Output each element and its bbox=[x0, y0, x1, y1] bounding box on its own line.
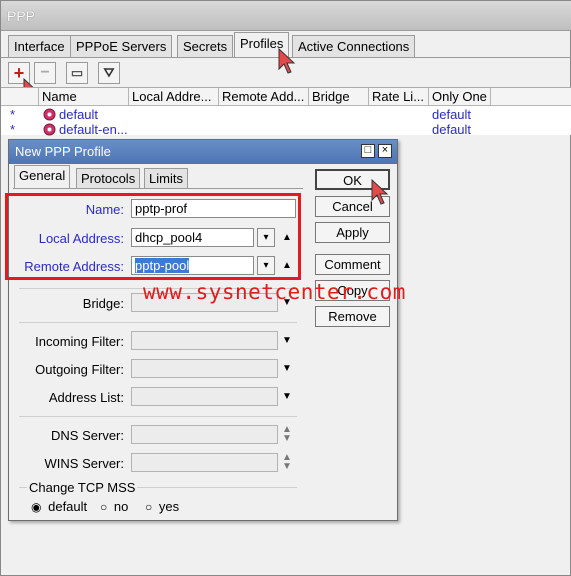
row-only-one: default bbox=[432, 107, 472, 122]
outgoing-filter-label: Outgoing Filter: bbox=[35, 362, 124, 377]
radio-default[interactable]: ◉ default bbox=[31, 499, 87, 514]
incoming-filter-field[interactable] bbox=[131, 331, 278, 350]
chevron-up-down-icon: ▲ ▼ bbox=[282, 424, 292, 444]
chevron-down-icon: ▼ bbox=[282, 391, 292, 402]
table-row[interactable]: * default-en... default bbox=[1, 122, 571, 138]
radio-no-label: no bbox=[113, 499, 129, 514]
highlight-box bbox=[5, 193, 301, 280]
comment-icon: ▭ bbox=[70, 65, 84, 80]
column-header-flag bbox=[1, 88, 39, 106]
column-header-name[interactable]: Name bbox=[39, 88, 129, 106]
filter-button[interactable]: ⛛ bbox=[98, 62, 120, 84]
column-header-local-address[interactable]: Local Addre... bbox=[129, 88, 219, 106]
dialog-titlebar[interactable]: New PPP Profile □ × bbox=[9, 140, 397, 164]
address-list-label: Address List: bbox=[48, 390, 124, 405]
outgoing-filter-field[interactable] bbox=[131, 359, 278, 378]
filter-icon: ⛛ bbox=[103, 65, 115, 80]
radio-default-label: default bbox=[48, 499, 88, 514]
row-name: default bbox=[59, 107, 99, 122]
column-header-only-one[interactable]: Only One bbox=[429, 88, 491, 106]
wins-server-stepper[interactable]: ▲ ▼ bbox=[280, 453, 294, 472]
tab-general[interactable]: General bbox=[14, 165, 71, 189]
wins-server-label: WINS Server: bbox=[44, 456, 124, 471]
remove-button[interactable]: Remove bbox=[315, 306, 390, 327]
row-name: default-en... bbox=[59, 122, 128, 137]
mouse-pointer-icon bbox=[278, 47, 296, 74]
tab-limits[interactable]: Limits bbox=[144, 168, 188, 188]
dns-server-field[interactable] bbox=[131, 425, 278, 444]
ppp-titlebar: PPP bbox=[1, 1, 571, 31]
close-icon[interactable]: × bbox=[378, 144, 392, 158]
profile-icon bbox=[43, 108, 56, 121]
mouse-pointer-icon bbox=[371, 178, 389, 205]
radio-yes[interactable]: ○ yes bbox=[145, 499, 179, 514]
chevron-down-icon: ▼ bbox=[282, 335, 292, 346]
chevron-up-down-icon: ▲ ▼ bbox=[282, 452, 292, 472]
tab-active-connections[interactable]: Active Connections bbox=[292, 35, 416, 57]
dns-server-label: DNS Server: bbox=[51, 428, 124, 443]
row-flag: * bbox=[10, 107, 16, 122]
radio-unchecked-icon: ○ bbox=[145, 500, 153, 514]
row-only-one: default bbox=[432, 122, 472, 137]
radio-checked-icon: ◉ bbox=[31, 500, 42, 514]
radio-yes-label: yes bbox=[158, 499, 180, 514]
column-header-rate-limit[interactable]: Rate Li... bbox=[369, 88, 429, 106]
outgoing-filter-dropdown[interactable]: ▼ bbox=[280, 359, 294, 378]
address-list-dropdown[interactable]: ▼ bbox=[280, 387, 294, 406]
wins-server-field[interactable] bbox=[131, 453, 278, 472]
row-flag: * bbox=[10, 122, 16, 137]
tab-secrets[interactable]: Secrets bbox=[177, 35, 234, 57]
window-title: PPP bbox=[7, 8, 36, 24]
radio-no[interactable]: ○ no bbox=[100, 499, 128, 514]
comment-toolbar-button[interactable]: ▭ bbox=[66, 62, 88, 84]
dialog-tab-divider bbox=[13, 188, 303, 189]
incoming-filter-dropdown[interactable]: ▼ bbox=[280, 331, 294, 350]
tab-pppoe-servers[interactable]: PPPoE Servers bbox=[70, 35, 173, 57]
separator bbox=[19, 322, 297, 323]
column-header-bridge[interactable]: Bridge bbox=[309, 88, 369, 106]
apply-button[interactable]: Apply bbox=[315, 222, 390, 243]
dns-server-stepper[interactable]: ▲ ▼ bbox=[280, 425, 294, 444]
tab-interface[interactable]: Interface bbox=[8, 35, 71, 57]
profile-icon bbox=[43, 123, 56, 136]
change-tcp-mss-label: Change TCP MSS bbox=[27, 480, 138, 495]
bridge-label: Bridge: bbox=[82, 296, 124, 311]
watermark-text: www.sysnetcenter.com bbox=[143, 280, 406, 304]
profiles-list: Name Local Addre... Remote Add... Bridge… bbox=[1, 87, 571, 138]
maximize-icon[interactable]: □ bbox=[361, 144, 375, 158]
address-list-field[interactable] bbox=[131, 387, 278, 406]
radio-unchecked-icon: ○ bbox=[100, 500, 108, 514]
comment-button[interactable]: Comment bbox=[315, 254, 390, 275]
separator bbox=[19, 416, 297, 417]
dialog-title: New PPP Profile bbox=[15, 144, 111, 159]
table-row[interactable]: * default default bbox=[1, 107, 571, 123]
chevron-down-icon: ▼ bbox=[282, 363, 292, 374]
column-header-remote-address[interactable]: Remote Add... bbox=[219, 88, 309, 106]
tab-protocols[interactable]: Protocols bbox=[76, 168, 141, 188]
column-header-empty bbox=[491, 88, 571, 106]
incoming-filter-label: Incoming Filter: bbox=[35, 334, 124, 349]
